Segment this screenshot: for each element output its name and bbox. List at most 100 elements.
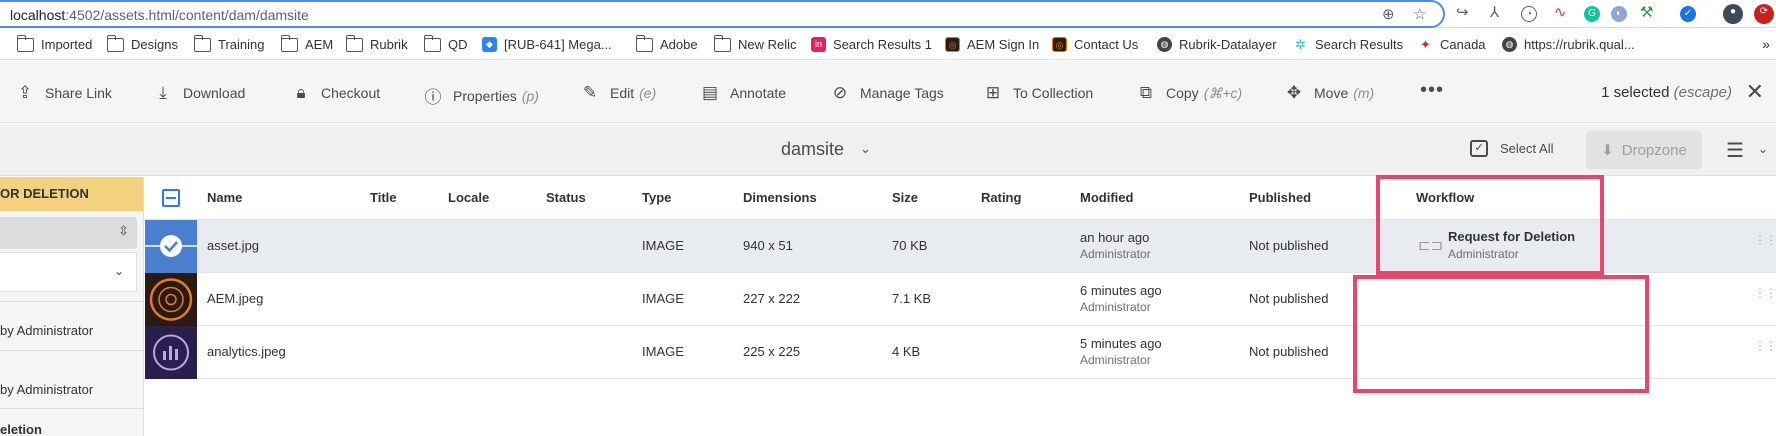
folder-icon [106,34,124,52]
bookmark-item[interactable]: Adobe [635,34,698,52]
bookmark-item[interactable]: Designs [106,34,178,52]
collection-icon: ⊞ [985,83,1001,102]
address-bar[interactable]: localhost:4502/assets.html/content/dam/d… [0,0,1445,28]
bookmark-item[interactable]: ✲ Search Results [1293,37,1403,52]
column-header-title[interactable]: Title [370,190,397,205]
drag-handle-icon[interactable]: ⋮⋮ [1754,287,1776,299]
column-header-workflow[interactable]: Workflow [1416,190,1474,205]
bookmark-label: Contact Us [1074,37,1139,52]
newrelic-extension-icon[interactable]: ∿ [1554,5,1567,21]
tagassist-icon[interactable]: ⚒ [1640,5,1653,21]
update-icon[interactable]: ⟳ [1754,4,1774,24]
column-header-dimensions[interactable]: Dimensions [743,190,817,205]
thumbnail [145,273,197,326]
dropzone-button[interactable]: ⬇ Dropzone [1586,131,1702,169]
escape-hint: (escape) [1673,84,1732,101]
bookmark-item[interactable]: ◎ AEM Sign In [945,37,1039,52]
download-arrow-icon: ⬇ [1601,142,1614,159]
chevron-down-icon[interactable]: ⌄ [860,141,871,157]
panel-dropdown[interactable]: ⌄ [0,252,137,292]
bookmarks-bar: Imported Designs Training AEM Rubrik QD … [0,30,1776,60]
bookmark-item[interactable]: AEM [280,34,333,52]
selected-check[interactable] [145,220,197,273]
asset-name[interactable]: analytics.jpeg [207,344,286,359]
aem-logo-icon [149,278,193,321]
select-all-icon[interactable]: ✓ [1470,140,1488,157]
star-icon[interactable]: ☆ [1413,7,1426,23]
modified-by: Administrator [1080,353,1151,367]
close-icon[interactable]: ✕ [1746,79,1764,105]
edit-button[interactable]: ✎ Edit (e) [580,83,656,103]
bookmark-item[interactable]: QD [423,34,468,52]
download-button[interactable]: ⤓ Download [153,83,245,103]
bookmark-item[interactable]: ◍ Rubrik-Datalayer [1157,37,1277,52]
modified-by: Administrator [1080,300,1151,314]
drag-handle-icon[interactable]: ⋮⋮ [1754,234,1776,246]
modified-time: 6 minutes ago [1080,283,1162,298]
shortcut-hint: (m) [1353,85,1375,101]
table-row[interactable]: asset.jpg IMAGE 940 x 51 70 KB an hour a… [145,220,1776,273]
panel-select[interactable]: ⇳ [0,217,137,249]
chevron-right-icon[interactable]: » [1762,36,1770,52]
bookmark-item[interactable]: in Search Results 1 [811,37,932,52]
share-extension-icon[interactable]: ↪ [1456,5,1469,21]
column-header-published[interactable]: Published [1249,190,1311,205]
chevron-down-icon[interactable]: ⌄ [1758,142,1768,156]
annotate-button[interactable]: ▤ Annotate [700,83,786,103]
drag-handle-icon[interactable]: ⋮⋮ [1754,340,1776,352]
table-row[interactable]: AEM.jpeg IMAGE 227 x 222 7.1 KB 6 minute… [145,273,1776,326]
bookmark-item[interactable]: Rubrik [345,34,408,52]
copy-button[interactable]: ⧉ Copy (⌘+c) [1136,83,1242,103]
bookmark-label: AEM Sign In [967,37,1040,52]
bookmark-item[interactable]: Training [193,34,264,52]
column-header-size[interactable]: Size [892,190,918,205]
column-header-name[interactable]: Name [207,190,242,205]
avatar[interactable]: ● [1723,4,1743,24]
column-header-status[interactable]: Status [546,190,586,205]
modified-by: Administrator [1080,247,1151,261]
to-collection-button[interactable]: ⊞ To Collection [983,83,1093,103]
bookmark-item[interactable]: ◎ Contact Us [1052,37,1138,52]
action-label: Properties [453,87,517,104]
bookmark-item[interactable]: ◆ [RUB-641] Mega... [482,37,612,52]
divider [0,301,143,302]
workflow-icon: ⊏⊐ [1418,237,1444,254]
column-header-rating[interactable]: Rating [981,190,1021,205]
select-all-checkbox[interactable] [162,189,180,207]
tree-extension-icon[interactable]: ⅄ [1490,5,1499,21]
move-button[interactable]: ✥ Move (m) [1284,83,1374,103]
bookmark-item[interactable]: New Relic [713,34,797,52]
folder-icon [713,34,731,52]
check-extension-icon[interactable]: ✓ [1680,6,1696,22]
divider [0,350,143,351]
share-link-button[interactable]: ⇪ Share Link [15,83,112,103]
action-label: Move [1314,85,1349,101]
properties-button[interactable]: ⓘ Properties (p) [423,83,539,108]
asset-name[interactable]: AEM.jpeg [207,291,263,306]
tampermonkey-icon[interactable]: ◔ [1521,6,1537,22]
action-label: Edit [610,85,635,101]
select-all-button[interactable]: Select All [1500,141,1553,156]
action-label: To Collection [1013,85,1094,101]
extension-icon[interactable]: ◐ [1611,6,1627,22]
panel-entry: eletion [0,422,42,436]
column-header-modified[interactable]: Modified [1080,190,1133,205]
zoom-icon[interactable]: ⊕ [1382,7,1395,23]
table-row[interactable]: analytics.jpeg IMAGE 225 x 225 4 KB 5 mi… [145,326,1776,379]
divider [0,408,143,409]
column-header-locale[interactable]: Locale [448,190,489,205]
manage-tags-button[interactable]: ⊘ Manage Tags [830,83,944,103]
asset-table: Name Title Locale Status Type Dimensions… [145,177,1776,436]
column-header-type[interactable]: Type [642,190,671,205]
bookmark-item[interactable]: ◍ https://rubrik.qual... [1502,37,1635,52]
list-view-icon[interactable]: ☰ [1726,138,1744,163]
browser-toolbar: localhost:4502/assets.html/content/dam/d… [0,0,1776,28]
checkout-button[interactable]: 🔒︎ Checkout [291,83,380,103]
bookmark-item[interactable]: ✦ Canada [1418,37,1486,52]
action-label: Annotate [730,85,787,101]
asset-name[interactable]: asset.jpg [207,238,259,253]
bookmark-item[interactable]: Imported [16,34,92,52]
folder-title[interactable]: damsite [781,139,844,160]
more-actions-button[interactable]: ••• [1420,79,1444,102]
grammarly-icon[interactable]: G [1584,6,1600,22]
